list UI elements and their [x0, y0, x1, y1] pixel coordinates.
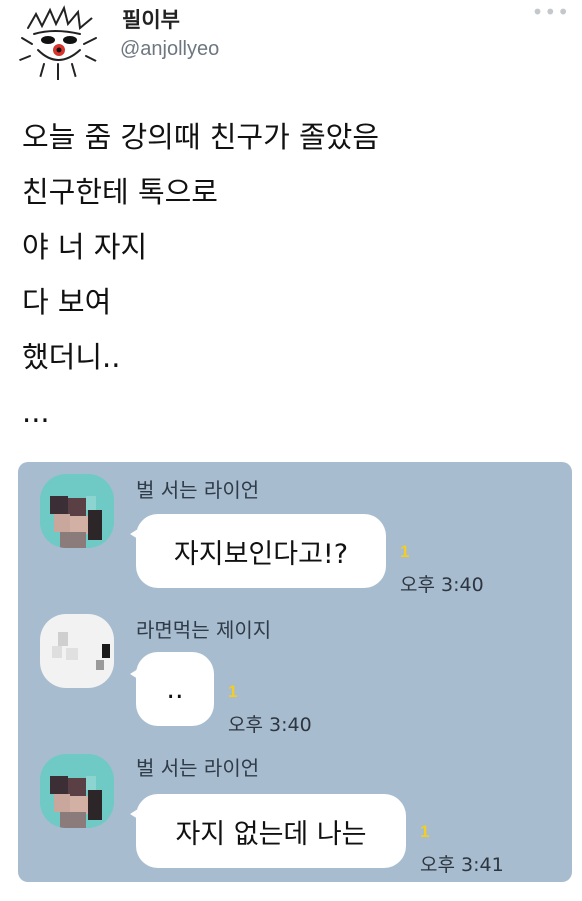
unread-count: 1: [420, 822, 430, 841]
friend-avatar: [40, 754, 114, 828]
unread-count: 1: [228, 682, 238, 701]
tweet-line: 친구한테 톡으로: [22, 175, 218, 209]
tweet-line: 했더니..: [22, 340, 121, 374]
tweet-page: 필이부 @anjollyeo ••• 오늘 줌 강의때 친구가 졸았음 친구한테…: [0, 0, 582, 901]
message-time: 오후 3:40: [400, 574, 484, 596]
message-bubble: 자지보인다고!?: [136, 514, 386, 588]
tweet-line: 오늘 줌 강의때 친구가 졸았음: [22, 120, 380, 154]
sender-name: 라면먹는 제이지: [136, 618, 272, 642]
tweet-text: 오늘 줌 강의때 친구가 졸았음 친구한테 톡으로 야 너 자지 다 보여 했더…: [22, 110, 379, 440]
friend-avatar: [40, 614, 114, 688]
more-dots-icon[interactable]: •••: [532, 0, 570, 24]
unread-count: 1: [400, 542, 410, 561]
tweet-line: ...: [22, 395, 50, 429]
friend-avatar: [40, 474, 114, 548]
user-handle[interactable]: @anjollyeo: [120, 38, 219, 61]
display-name[interactable]: 필이부: [122, 4, 180, 34]
sender-name: 벌 서는 라이언: [136, 756, 260, 780]
tweet-line: 다 보여: [22, 285, 112, 319]
message-bubble: ..: [136, 652, 214, 726]
message-bubble: 자지 없는데 나는: [136, 794, 406, 868]
profile-avatar[interactable]: [14, 4, 102, 80]
tweet-line: 야 너 자지: [22, 230, 148, 264]
chat-screenshot: 벌 서는 라이언 자지보인다고!? 1 오후 3:40 라면먹는 제이지 .. …: [18, 462, 572, 882]
message-time: 오후 3:40: [228, 714, 312, 736]
message-time: 오후 3:41: [420, 854, 504, 876]
sender-name: 벌 서는 라이언: [136, 478, 260, 502]
